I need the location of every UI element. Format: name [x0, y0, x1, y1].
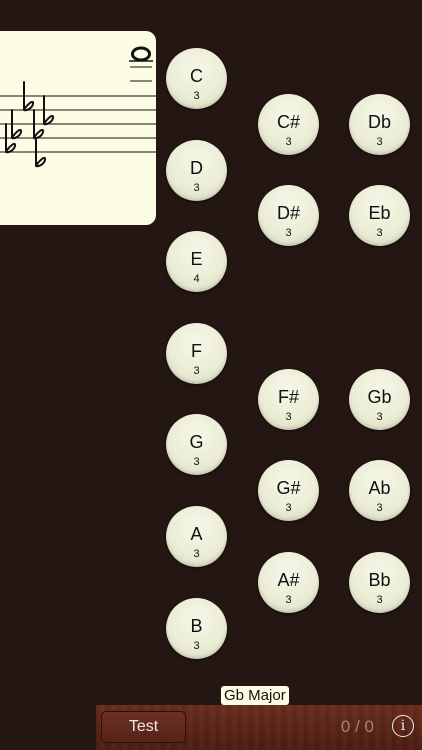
info-icon[interactable]: i	[392, 715, 414, 737]
staff-card	[0, 31, 156, 225]
note-button[interactable]: B3	[166, 598, 227, 659]
note-button[interactable]: Eb 3	[349, 185, 410, 246]
note-button[interactable]: A# 3	[258, 552, 319, 613]
note-button[interactable]: D3	[166, 140, 227, 201]
note-button[interactable]: F# 3	[258, 369, 319, 430]
note-button[interactable]: D# 3	[258, 185, 319, 246]
note-octave: 3	[285, 411, 292, 423]
note-octave: 3	[285, 594, 292, 606]
note-name: C	[190, 66, 203, 86]
note-octave: 3	[193, 90, 200, 102]
note-name: A	[190, 524, 203, 544]
note-octave: 3	[285, 502, 292, 514]
note-button[interactable]: C3	[166, 48, 227, 109]
note-name: G#	[276, 478, 301, 498]
note-name: E	[190, 249, 203, 269]
note-name: F#	[277, 387, 299, 407]
note-button[interactable]: Db 3	[349, 94, 410, 155]
staff-notation	[0, 46, 156, 168]
note-button[interactable]: G3	[166, 414, 227, 475]
whole-note	[131, 46, 151, 62]
note-octave: 3	[376, 502, 383, 514]
note-octave: 3	[193, 456, 200, 468]
note-octave: 3	[376, 594, 383, 606]
note-octave: 3	[193, 365, 200, 377]
note-name: D	[190, 158, 203, 178]
note-octave: 3	[193, 548, 200, 560]
note-button[interactable]: C# 3	[258, 94, 319, 155]
note-button[interactable]: Gb 3	[349, 369, 410, 430]
note-name: D#	[276, 203, 300, 223]
note-button[interactable]: F3	[166, 323, 227, 384]
note-button[interactable]: Bb 3	[349, 552, 410, 613]
note-name: Ab	[368, 478, 391, 498]
key-label: Gb Major	[221, 686, 289, 705]
note-octave: 3	[376, 227, 383, 239]
test-button[interactable]: Test	[101, 711, 186, 743]
note-octave: 3	[376, 136, 383, 148]
note-button[interactable]: G# 3	[258, 460, 319, 521]
note-name: Eb	[368, 203, 391, 223]
note-octave: 3	[285, 227, 292, 239]
note-button[interactable]: A3	[166, 506, 227, 567]
note-button[interactable]: Ab 3	[349, 460, 410, 521]
note-name: A#	[277, 570, 300, 590]
note-octave: 3	[193, 182, 200, 194]
note-button[interactable]: E4	[166, 231, 227, 292]
note-name: Db	[367, 112, 391, 132]
note-octave: 3	[285, 136, 292, 148]
note-name: Gb	[367, 387, 392, 407]
score-counter: 0 / 0	[340, 717, 374, 736]
note-name: C#	[276, 112, 300, 132]
note-octave: 3	[193, 640, 200, 652]
note-name: G	[189, 432, 204, 452]
note-name: F	[191, 341, 202, 361]
note-name: B	[190, 616, 203, 636]
note-octave: 3	[376, 411, 383, 423]
note-name: Bb	[368, 570, 391, 590]
note-octave: 4	[193, 273, 200, 285]
bottom-toolbar: Test 0 / 0 i	[96, 705, 422, 750]
